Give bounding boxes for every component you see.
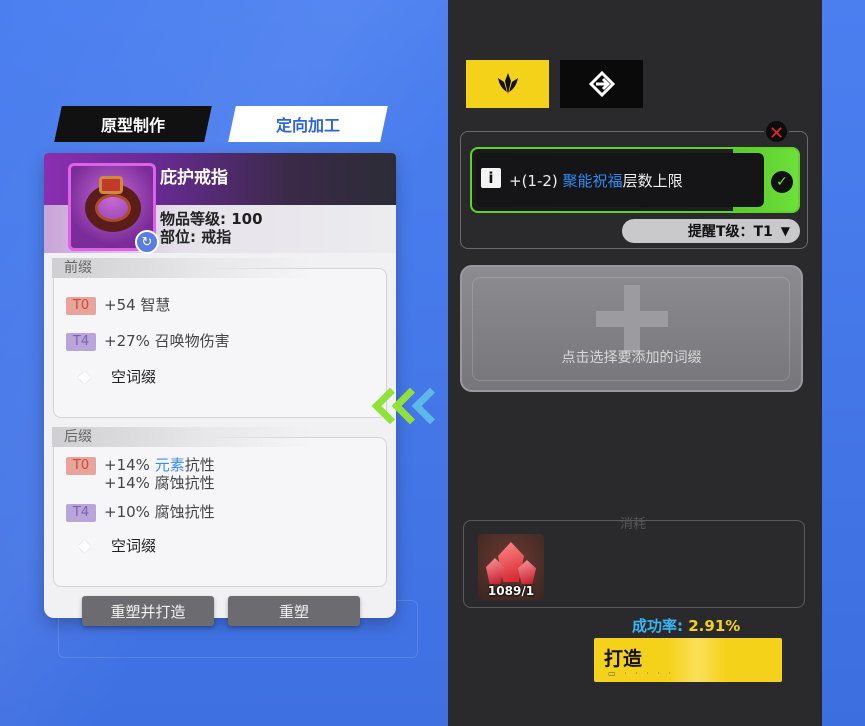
- tab-prototype-label: 原型制作: [100, 116, 165, 135]
- empty-slot-label: 空词缀: [111, 368, 157, 386]
- close-icon[interactable]: ✕: [764, 119, 789, 144]
- prefix-empty-slot[interactable]: 空词缀: [66, 368, 156, 386]
- item-card: ↻ 庇护戒指 物品等级: 100 部位: 戒指 前缀 T0 +54 智慧 T4 …: [44, 153, 396, 618]
- forge-label: 打造: [604, 648, 643, 670]
- tab-directed-label: 定向加工: [275, 116, 340, 135]
- item-slot: 部位: 戒指: [160, 228, 232, 246]
- suffix-label: 后缀: [52, 427, 312, 447]
- material-count: 1089/1: [487, 584, 535, 598]
- affix-range: +(1-2): [509, 172, 563, 190]
- refresh-icon: ↻: [135, 230, 159, 254]
- prefix-affix-row[interactable]: T4 +27% 召唤物伤害: [66, 332, 230, 351]
- crystal-material-slot[interactable]: 1089/1: [478, 534, 544, 600]
- chevron-left-icon: [411, 387, 449, 425]
- plus-icon-vertical: [624, 285, 640, 353]
- affix-text: +14% 元素抗性 +14% 腐蚀抗性: [104, 456, 215, 492]
- crest-tab-button[interactable]: [466, 60, 549, 108]
- tier-badge: T0: [66, 457, 96, 475]
- affix-second-line: +14% 腐蚀抗性: [104, 474, 215, 492]
- success-rate-value: 2.91%: [688, 617, 741, 635]
- info-icon[interactable]: i: [481, 168, 501, 188]
- add-affix-label: 点击选择要添加的词缀: [561, 350, 702, 366]
- tier-badge: T4: [66, 333, 96, 351]
- tab-prototype[interactable]: 原型制作: [54, 106, 212, 142]
- success-rate-label: 成功率: [632, 617, 678, 635]
- prefix-label: 前缀: [52, 258, 312, 278]
- crest-icon: [497, 73, 518, 94]
- affix-value: +14%: [104, 456, 155, 474]
- awaken-tier-label: 提醒T级：T1: [687, 224, 773, 240]
- success-rate-sep: :: [677, 617, 689, 635]
- reforge-button[interactable]: 重塑: [228, 596, 360, 626]
- tab-directed[interactable]: 定向加工: [228, 106, 388, 142]
- affix-keyword[interactable]: 元素: [155, 456, 185, 474]
- affix-suffix-text: 抗性: [184, 456, 215, 474]
- suffix-empty-slot[interactable]: 空词缀: [66, 537, 156, 555]
- diamond-tab-button[interactable]: [560, 60, 643, 108]
- tier-badge: T4: [66, 504, 96, 522]
- forge-decoration: ▭ · · · · ·: [608, 669, 674, 678]
- affix-text: +27% 召唤物伤害: [104, 332, 230, 350]
- affix-text: +10% 腐蚀抗性: [104, 503, 215, 521]
- awaken-tier-dropdown[interactable]: 提醒T级：T1 ▼: [622, 219, 800, 243]
- reforge-and-forge-button[interactable]: 重塑并打造: [82, 596, 214, 626]
- ring-gem: [99, 176, 123, 194]
- prefix-affix-row[interactable]: T0 +54 智慧: [66, 296, 170, 315]
- selected-affix-text: +(1-2) 聚能祝福层数上限: [509, 170, 683, 191]
- affix-rest: 层数上限: [622, 172, 683, 190]
- forge-button[interactable]: 打造 ▭ · · · · ·: [594, 638, 782, 682]
- diamond-arrow-icon: [588, 71, 615, 97]
- empty-slot-label: 空词缀: [111, 537, 157, 555]
- triangle-down-icon: ▼: [780, 224, 790, 238]
- suffix-affix-row[interactable]: T0 +14% 元素抗性 +14% 腐蚀抗性: [66, 456, 215, 492]
- check-icon[interactable]: ✓: [771, 171, 793, 193]
- item-name: 庇护戒指: [160, 168, 228, 188]
- ring-icon[interactable]: ↻: [68, 163, 159, 254]
- affix-keyword[interactable]: 聚能祝福: [563, 172, 623, 190]
- transfer-arrows-icon: [367, 385, 457, 429]
- consume-label: 消耗: [620, 517, 647, 532]
- tier-badge: T0: [66, 297, 96, 315]
- right-edge-background: [822, 0, 865, 726]
- empty-slot-icon: [78, 371, 91, 384]
- suffix-affix-row[interactable]: T4 +10% 腐蚀抗性: [66, 503, 215, 522]
- empty-slot-icon: [78, 540, 91, 553]
- success-rate: 成功率: 2.91%: [632, 615, 740, 636]
- affix-text: +54 智慧: [104, 296, 171, 314]
